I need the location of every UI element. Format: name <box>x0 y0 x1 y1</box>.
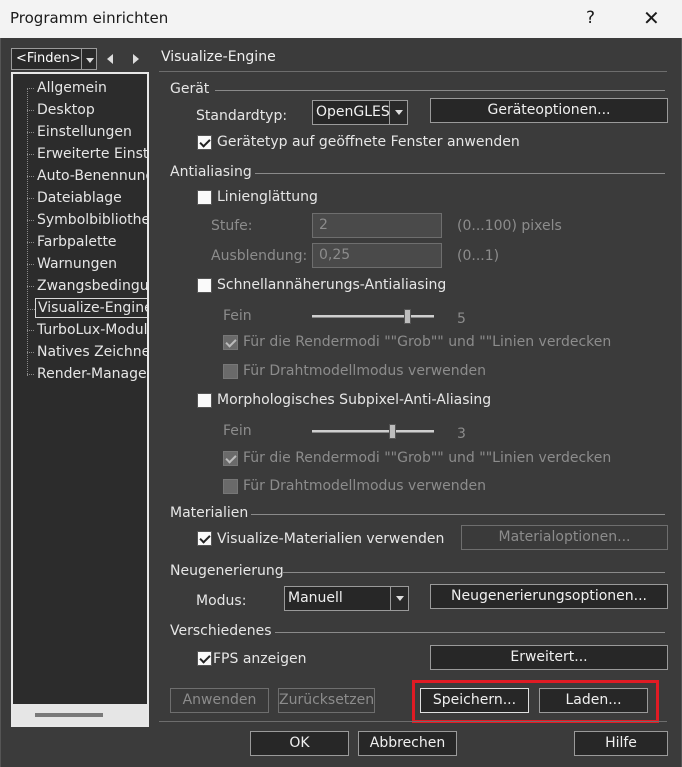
ausblendung-input[interactable]: 0,25 <box>312 243 442 268</box>
chevron-down-icon[interactable] <box>390 587 408 610</box>
fxaa-fein-value: 5 <box>457 311 466 327</box>
fxaa-rendermodes-checkbox[interactable] <box>223 335 238 350</box>
reset-button[interactable]: Zurücksetzen <box>278 688 375 713</box>
fxaa-fein-slider-thumb[interactable] <box>404 309 411 324</box>
group-title-verschiedenes: Verschiedenes <box>170 623 272 639</box>
device-options-button[interactable]: Geräteoptionen... <box>430 98 668 123</box>
title-bar: Programm einrichten ? ✕ <box>0 0 682 38</box>
find-input[interactable]: <Finden> <box>11 48 83 70</box>
use-materials-checkbox[interactable] <box>197 531 212 546</box>
fxaa-wireframe-checkbox[interactable] <box>223 364 238 379</box>
material-options-button[interactable]: Materialoptionen... <box>461 525 668 550</box>
modus-value: Manuell <box>288 590 343 606</box>
fps-checkbox[interactable] <box>197 651 212 666</box>
group-title-geraet: Gerät <box>170 81 210 97</box>
modus-select[interactable]: Manuell <box>284 586 409 611</box>
tree-item-farbpalette[interactable]: Farbpalette <box>27 232 147 252</box>
divider <box>255 173 665 174</box>
tree-item-desktop[interactable]: Desktop <box>27 100 147 120</box>
chevron-down-icon[interactable] <box>81 48 97 70</box>
ausblendung-label: Ausblendung: <box>211 248 308 264</box>
page-title: Visualize-Engine <box>161 49 276 65</box>
group-title-neugenerierung: Neugenerierung <box>170 563 284 579</box>
tree-item-natives-zeichnen[interactable]: Natives Zeichner <box>27 342 147 362</box>
fxaa-fein-slider[interactable] <box>312 315 434 318</box>
modus-label: Modus: <box>196 593 247 609</box>
fps-label: FPS anzeigen <box>213 651 307 667</box>
tree-item-dateiablage[interactable]: Dateiablage <box>27 188 147 208</box>
stufe-range: (0...100) pixels <box>457 218 562 234</box>
fxaa-fein-label: Fein <box>223 308 252 324</box>
smaa-label: Morphologisches Subpixel-Anti-Aliasing <box>217 392 492 408</box>
fxaa-rendermodes-label: Für die Rendermodi ""Grob"" und ""Linien… <box>243 334 612 350</box>
category-tree[interactable]: Allgemein Desktop Einstellungen Erweiter… <box>11 72 149 727</box>
divider <box>159 721 667 722</box>
smaa-checkbox[interactable] <box>197 393 212 408</box>
ausblendung-range: (0...1) <box>457 248 500 264</box>
fxaa-label: Schnellannäherungs-Antialiasing <box>217 277 447 293</box>
tree-item-erweiterte-einstellungen[interactable]: Erweiterte Einste <box>27 144 147 164</box>
window-title: Programm einrichten <box>10 9 169 27</box>
chevron-down-icon[interactable] <box>389 101 407 124</box>
arrow-left-icon[interactable] <box>101 48 121 70</box>
divider <box>159 71 667 72</box>
divider <box>215 90 665 91</box>
highlight-frame <box>412 680 659 723</box>
tree-item-zwangsbedingungen[interactable]: Zwangsbedingur <box>27 276 147 296</box>
smaa-wireframe-label: Für Drahtmodellmodus verwenden <box>243 478 486 494</box>
line-smoothing-checkbox[interactable] <box>197 190 212 205</box>
smaa-fein-slider[interactable] <box>312 430 434 433</box>
standardtyp-label: Standardtyp: <box>196 108 288 124</box>
tree-item-turbolux-modul[interactable]: TurboLux-Modul <box>27 320 147 340</box>
apply-button[interactable]: Anwenden <box>170 688 269 713</box>
cancel-button[interactable]: Abbrechen <box>358 731 457 756</box>
tree-item-visualize-engine[interactable]: Visualize-Engine <box>28 298 147 318</box>
smaa-fein-value: 3 <box>457 426 466 442</box>
smaa-fein-slider-thumb[interactable] <box>389 424 397 439</box>
help-button[interactable]: Hilfe <box>574 731 668 756</box>
smaa-fein-label: Fein <box>223 423 252 439</box>
line-smoothing-label: Linienglättung <box>217 189 318 205</box>
smaa-rendermodes-label: Für die Rendermodi ""Grob"" und ""Linien… <box>243 450 612 466</box>
stufe-input[interactable]: 2 <box>312 213 442 238</box>
stufe-label: Stufe: <box>211 218 253 234</box>
standardtyp-select[interactable]: OpenGLES2 <box>312 100 408 125</box>
fxaa-wireframe-label: Für Drahtmodellmodus verwenden <box>243 363 486 379</box>
use-materials-label: Visualize-Materialien verwenden <box>217 531 445 547</box>
group-title-antialiasing: Antialiasing <box>170 164 252 180</box>
divider <box>283 572 665 573</box>
tree-item-warnungen[interactable]: Warnungen <box>27 254 147 274</box>
advanced-button[interactable]: Erweitert... <box>430 645 668 670</box>
arrow-right-icon[interactable] <box>125 48 145 70</box>
tree-horizontal-scrollbar[interactable] <box>13 704 147 725</box>
tree-item-auto-benennung[interactable]: Auto-Benennung <box>27 166 147 186</box>
tree-item-symbolbibliothek[interactable]: Symbolbibliothe <box>27 210 147 230</box>
tree-item-allgemein[interactable]: Allgemein <box>27 78 147 98</box>
apply-device-type-label: Gerätetyp auf geöffnete Fenster anwenden <box>217 134 520 150</box>
standardtyp-value: OpenGLES2 <box>316 104 399 120</box>
tree-item-einstellungen[interactable]: Einstellungen <box>27 122 147 142</box>
divider <box>251 514 665 515</box>
ok-button[interactable]: OK <box>250 731 349 756</box>
group-title-materialien: Materialien <box>170 505 249 521</box>
regeneration-options-button[interactable]: Neugenerierungsoptionen... <box>430 584 668 609</box>
fxaa-checkbox[interactable] <box>197 278 212 293</box>
close-icon[interactable]: ✕ <box>643 6 660 30</box>
help-icon[interactable]: ? <box>586 8 595 28</box>
smaa-wireframe-checkbox[interactable] <box>223 479 238 494</box>
smaa-rendermodes-checkbox[interactable] <box>223 451 238 466</box>
tree-item-render-manager[interactable]: Render-Manager <box>27 364 147 384</box>
apply-device-type-checkbox[interactable] <box>197 135 212 150</box>
divider <box>275 632 665 633</box>
